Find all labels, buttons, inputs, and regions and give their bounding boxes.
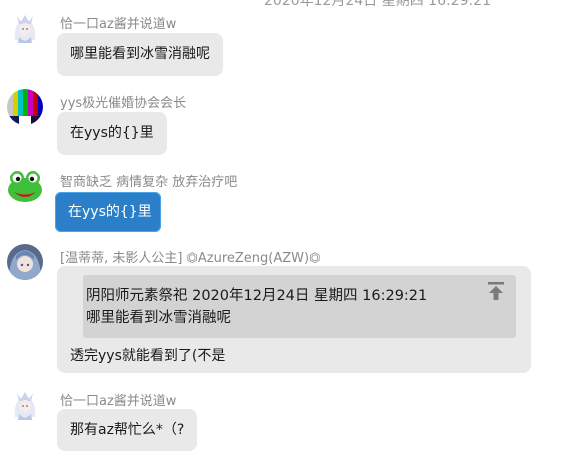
message-bubble[interactable]: 哪里能看到冰雪消融呢 [57,33,223,76]
anime-girl-white-hair-icon [7,10,43,46]
message-text: 哪里能看到冰雪消融呢 [70,46,210,62]
chat-message: yys极光催婚协会会长 在yys的{}里 [0,80,574,160]
avatar[interactable] [7,89,43,125]
sender-name[interactable]: 恰一口az酱并说道w [60,13,176,32]
quote-source: 阴阳师元素祭祀 2020年12月24日 星期四 16:29:21 [86,288,428,304]
anime-girl-white-hair-icon [7,387,43,423]
chat-message: 恰一口az酱并说道w 哪里能看到冰雪消融呢 [0,0,574,80]
message-text: 在yys的{}里 [68,204,152,220]
message-text: 那有az帮忙么*（? [70,422,185,438]
chat-message: 恰一口az酱并说道w 那有az帮忙么*（? [0,380,574,457]
quote-text: 哪里能看到冰雪消融呢 [86,310,231,326]
chat-message: 智商缺乏 病情复杂 放弃治疗吧 在yys的{}里 [0,160,574,240]
avatar[interactable] [7,168,43,204]
avatar[interactable] [7,387,43,423]
anime-girl-blue-hair-icon [7,244,43,280]
color-bars-icon [7,89,43,125]
quoted-message[interactable]: 阴阳师元素祭祀 2020年12月24日 星期四 16:29:21 哪里能看到冰雪… [83,275,516,338]
message-text: 透完yys就能看到了(不是 [70,348,226,364]
message-bubble[interactable]: 那有az帮忙么*（? [57,409,198,451]
message-bubble[interactable]: 在yys的{}里 [55,192,161,232]
avatar[interactable] [7,244,43,280]
green-frog-icon [7,168,43,204]
sender-name[interactable]: 智商缺乏 病情复杂 放弃治疗吧 [60,171,237,190]
sender-name[interactable]: yys极光催婚协会会长 [60,92,186,111]
avatar[interactable] [7,10,43,46]
sender-name[interactable]: [温蒂蒂, 未影人公主] ⏣AzureZeng(AZW)⏣ [60,247,320,266]
sender-name[interactable]: 恰一口az酱并说道w [60,390,176,409]
message-text: 在yys的{}里 [70,125,154,141]
jump-to-original-icon[interactable] [486,280,506,302]
message-bubble[interactable]: 在yys的{}里 [57,112,167,155]
